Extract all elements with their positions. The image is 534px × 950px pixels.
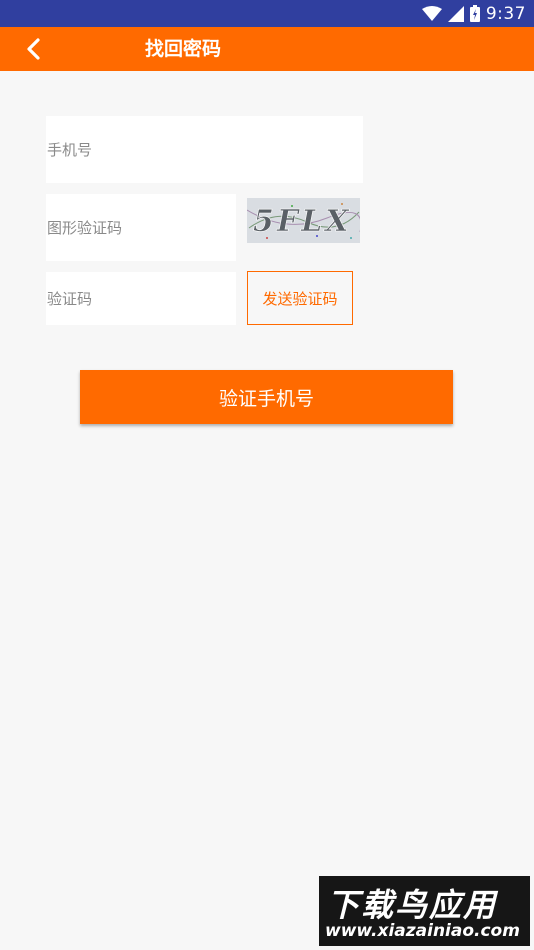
sms-code-input[interactable] (46, 272, 236, 325)
watermark-url: www.xiazainiao.com (325, 921, 520, 941)
battery-icon (469, 5, 480, 22)
signal-icon (447, 5, 464, 22)
send-code-button[interactable]: 发送验证码 (247, 271, 353, 325)
watermark-logo: 下载鸟应用 www.xiazainiao.com (319, 876, 530, 946)
title-bar: 找回密码 (0, 27, 534, 71)
back-button[interactable] (18, 33, 50, 65)
chevron-left-icon (27, 38, 40, 60)
status-icons: 9:37 (421, 3, 526, 24)
wifi-icon (421, 5, 442, 21)
verify-phone-button[interactable]: 验证手机号 (80, 370, 453, 424)
captcha-text: 5FLX (253, 204, 352, 239)
watermark-name: 下载鸟应用 (327, 886, 498, 924)
phone-input[interactable] (46, 116, 363, 183)
captcha-graphic: 5FLX (246, 198, 362, 243)
image-captcha-input[interactable] (46, 194, 236, 261)
status-bar: 9:37 (0, 0, 534, 27)
captcha-image[interactable]: 5FLX (246, 198, 362, 243)
status-time: 9:37 (485, 3, 526, 24)
page-title: 找回密码 (145, 38, 222, 60)
